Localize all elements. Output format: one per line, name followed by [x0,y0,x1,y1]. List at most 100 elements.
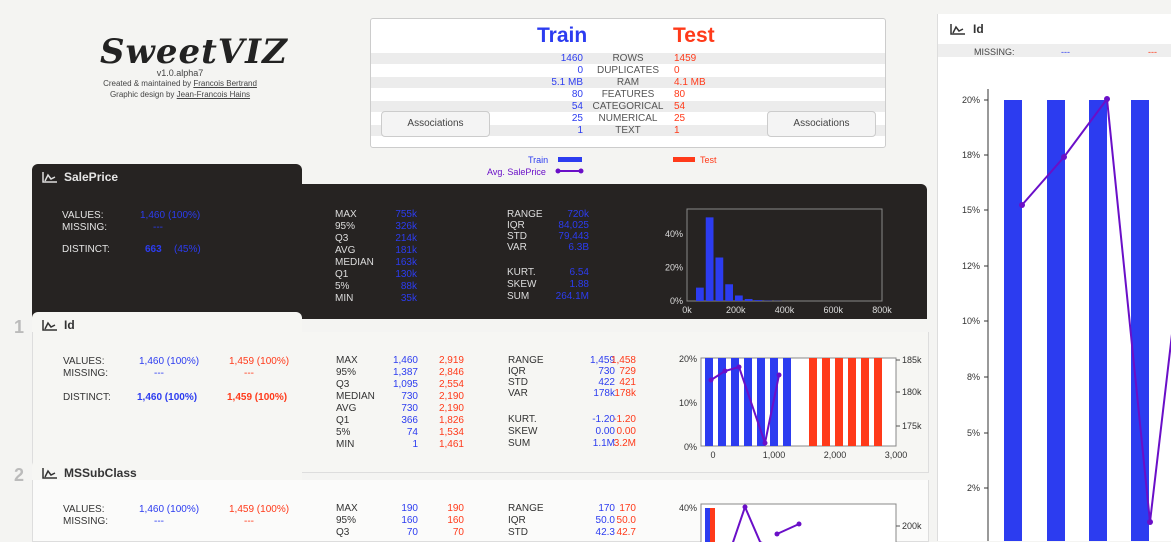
histogram-bar [1089,100,1107,541]
chart-icon [42,319,58,331]
values-count: 1,460 [140,210,165,222]
saleprice-title: SalePrice [64,170,118,184]
stat-label: 95% [335,221,355,233]
avg-point [743,505,748,510]
detail-panel[interactable]: Id MISSING: --- --- 20%18%15%12%10%8%5%2… [937,14,1171,541]
stat-test-value: 160 [414,515,464,527]
stat-train-value: 755k [367,209,417,221]
stat-label: MAX [335,209,357,221]
stat-label: Q3 [336,379,349,391]
id-body: VALUES: 1,460 (100%) 1,459 (100%) MISSIN… [32,332,929,473]
train-title: Train [537,24,587,48]
avg-point [775,532,780,537]
stat-test-value: 1,461 [414,439,464,451]
distinct-label: DISTINCT: [63,392,111,404]
stat-label: 5% [335,281,349,293]
summary-row-label: TEXT [571,125,685,136]
y-tick-label: 18% [962,150,980,160]
distinct-test: 1,459 (100%) [227,392,287,404]
feature-index-2: 2 [14,465,24,486]
stat-test-value: 190 [414,503,464,515]
histogram-bar [705,508,710,542]
stat-label: MIN [336,439,354,451]
saleprice-body: VALUES: 1,460 (100%) MISSING: --- DISTIN… [32,184,927,319]
summary-test-value: 4.1 MB [674,77,706,88]
y-tick-label: 20% [962,95,980,105]
histogram-bar [731,358,739,446]
stat-label: AVG [335,245,355,257]
avg-point [763,441,768,446]
id-card[interactable]: Id VALUES: 1,460 (100%) 1,459 (100%) MIS… [32,312,927,472]
stat-label: MAX [336,355,358,367]
test-title: Test [673,24,715,48]
stat-label: KURT. [507,267,536,279]
detail-missing-test: --- [1148,46,1157,58]
avg-point [1104,96,1110,102]
stat-test-value: 178k [586,388,636,400]
stat-train-value: 130k [367,269,417,281]
y-tick-label: 2% [967,483,980,493]
avg-point [1147,519,1153,525]
y-tick-label: 12% [962,261,980,271]
y2-tick-label: 180k [902,387,922,397]
stat-train-value: 6.3B [539,242,589,254]
y2-tick-label: 185k [902,355,922,365]
histogram-bar [706,217,714,301]
avg-point [737,365,742,370]
stat-train-value: 70 [368,527,418,539]
stat-test-value: 2,190 [414,391,464,403]
histogram-bar [822,358,830,446]
summary-test-value: 0 [674,65,680,76]
logo-credit-1: Created & maintained by Francois Bertran… [100,78,260,89]
histogram-bar [710,508,715,542]
avg-point [1061,154,1067,160]
values-train: 1,460 (100%) [139,504,199,516]
stat-label: VAR [508,388,528,400]
saleprice-card[interactable]: SalePrice VALUES: 1,460 (100%) MISSING: … [32,164,927,319]
histogram-bar [874,358,882,446]
histogram-bar [755,300,763,301]
values-label: VALUES: [63,356,105,368]
test-associations-button[interactable]: Associations [767,111,876,137]
designer-link[interactable]: Jean-Francois Hains [177,90,250,99]
chart-icon [950,23,966,35]
summary-row: 5.1 MBRAM4.1 MB [371,77,885,88]
stat-label: Q1 [335,269,348,281]
histogram-bar [861,358,869,446]
author-link[interactable]: Francois Bertrand [193,79,257,88]
missing-label: MISSING: [63,516,108,528]
stat-train-value: 366 [368,415,418,427]
avg-point [709,378,714,383]
train-associations-button[interactable]: Associations [381,111,490,137]
y2-tick-label: 200k [902,521,922,531]
summary-row-label: NUMERICAL [571,113,685,124]
y-tick-label: 40% [679,503,697,513]
values-pct: (100%) [168,210,200,222]
stat-train-value: 88k [367,281,417,293]
stat-train-value: 730 [368,403,418,415]
detail-histogram: 20%18%15%12%10%8%5%2% [938,64,1171,541]
distinct-count: 663 [145,244,162,256]
feature-index-1: 1 [14,317,24,338]
missing-test: --- [244,368,254,380]
detail-title: Id [973,22,984,36]
stat-test-value: 1,826 [414,415,464,427]
stat-test-value: 1,534 [414,427,464,439]
histogram-bar [835,358,843,446]
stat-train-value: 74 [368,427,418,439]
summary-test-value: 1 [674,125,680,136]
x-tick-label: 3,000 [885,450,908,460]
missing-test: --- [244,516,254,528]
summary-test-value: 54 [674,101,685,112]
summary-test-value: 1459 [674,53,696,64]
y-tick-label: 0% [684,442,697,452]
summary-test-value: 25 [674,113,685,124]
mssubclass-card[interactable]: MSSubClass VALUES: 1,460 (100%) 1,459 (1… [32,460,927,541]
mssubclass-body: VALUES: 1,460 (100%) 1,459 (100%) MISSIN… [32,480,929,542]
summary-row-label: DUPLICATES [571,65,685,76]
summary-test-value: 80 [674,89,685,100]
y-tick-label: 20% [679,354,697,364]
stat-train-value: 1 [368,439,418,451]
stat-test-value: 0.00 [586,426,636,438]
histogram-bar [1131,100,1149,541]
